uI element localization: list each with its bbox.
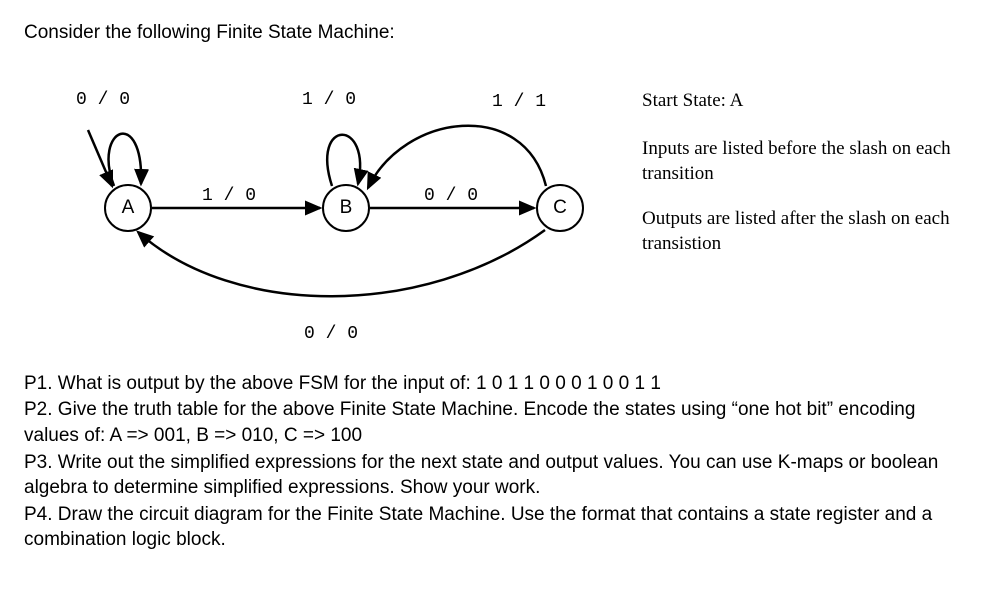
state-b-label: B	[340, 195, 353, 221]
label-a-self: 0 / 0	[76, 88, 130, 112]
state-a-label: A	[122, 195, 135, 221]
state-c: C	[536, 184, 584, 232]
note-inputs: Inputs are listed before the slash on ea…	[642, 136, 962, 187]
state-b: B	[322, 184, 370, 232]
question-p4: P4. Draw the circuit diagram for the Fin…	[24, 502, 973, 553]
questions-block: P1. What is output by the above FSM for …	[24, 371, 973, 553]
label-b-self: 1 / 0	[302, 88, 356, 112]
note-outputs: Outputs are listed after the slash on ea…	[642, 206, 962, 257]
question-p1: P1. What is output by the above FSM for …	[24, 371, 973, 397]
label-a-to-b: 1 / 0	[202, 184, 256, 208]
fsm-diagram: A B C 0 / 0 1 / 0 1 / 0 0 / 0 1 / 1 0 / …	[24, 58, 973, 353]
state-a: A	[104, 184, 152, 232]
label-c-to-a: 0 / 0	[304, 322, 358, 346]
question-p2: P2. Give the truth table for the above F…	[24, 397, 973, 448]
label-c-self: 1 / 1	[492, 90, 546, 114]
label-b-to-c: 0 / 0	[424, 184, 478, 208]
question-p3: P3. Write out the simplified expressions…	[24, 450, 973, 501]
note-start: Start State: A	[642, 88, 743, 114]
intro-text: Consider the following Finite State Mach…	[24, 20, 973, 46]
state-c-label: C	[553, 195, 567, 221]
